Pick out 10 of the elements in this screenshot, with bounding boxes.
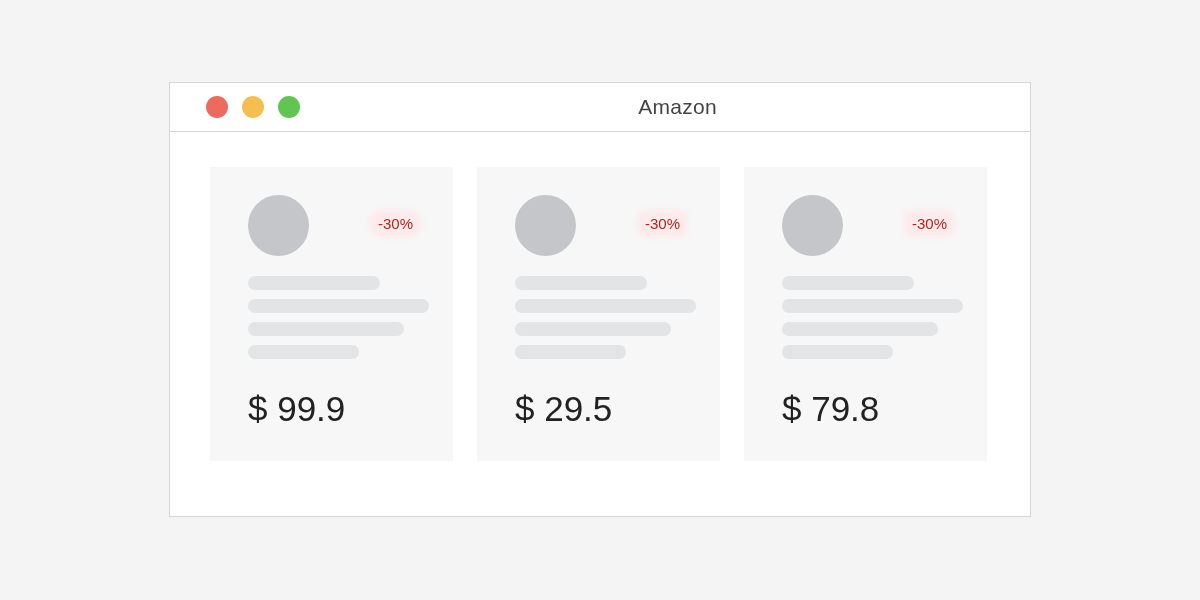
product-price: $ 29.5 [515,389,614,429]
window-title: Amazon [638,95,717,119]
discount-badge: -30% [373,213,419,234]
close-button[interactable] [206,96,228,118]
discount-badge: -30% [907,213,953,234]
product-price: $ 79.8 [782,389,881,429]
maximize-button[interactable] [278,96,300,118]
minimize-button[interactable] [242,96,264,118]
product-price: $ 99.9 [248,389,347,429]
discount-badge: -30% [640,213,686,234]
